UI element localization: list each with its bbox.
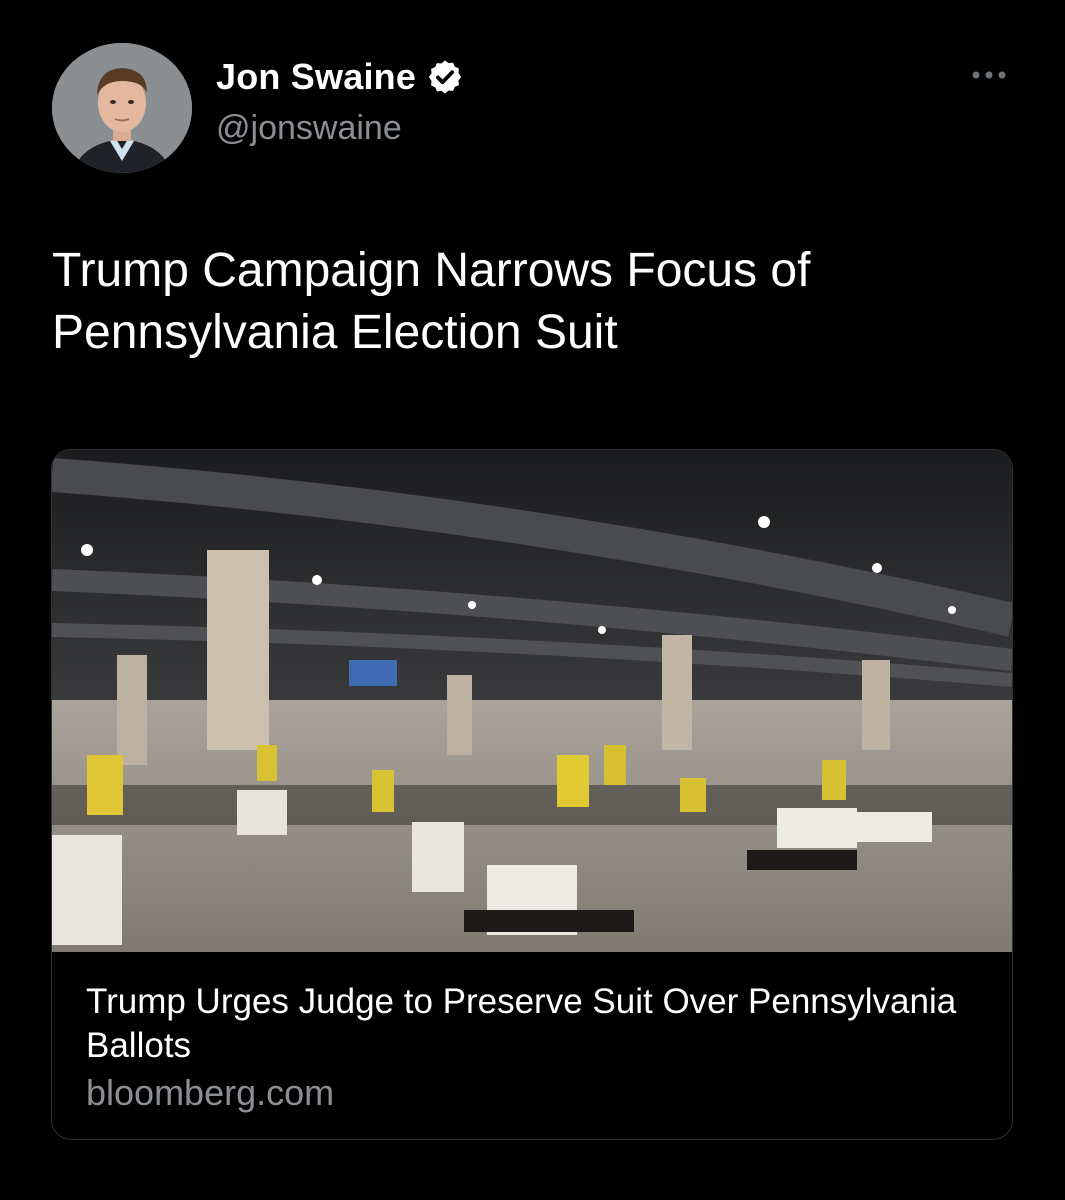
card-image[interactable]	[52, 450, 1012, 952]
more-horizontal-icon[interactable]	[968, 62, 1010, 88]
author-name-text[interactable]: Jon Swaine	[216, 56, 416, 98]
card-domain: bloomberg.com	[86, 1072, 335, 1113]
author-display-name[interactable]: Jon Swaine	[216, 56, 464, 98]
card-title[interactable]: Trump Urges Judge to Preserve Suit Over …	[86, 980, 986, 1068]
verified-badge-icon	[426, 58, 464, 96]
avatar[interactable]	[52, 43, 192, 173]
link-preview-card[interactable]: Trump Urges Judge to Preserve Suit Over …	[51, 449, 1013, 1140]
author-handle[interactable]: @jonswaine	[216, 109, 402, 148]
tweet-text: Trump Campaign Narrows Focus of Pennsylv…	[52, 244, 811, 359]
